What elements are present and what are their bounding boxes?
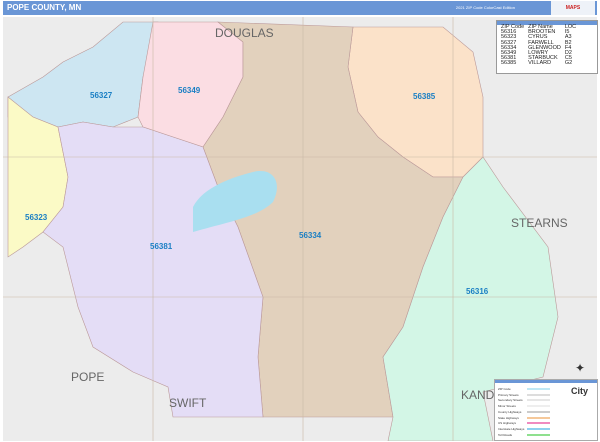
zip-code-map[interactable]: DOUGLAS STEARNS POPE SWIFT KANDI 56327 5… xyxy=(3,17,597,441)
legend-item-label: Primary Streets xyxy=(498,392,519,397)
legend-item-label: Toll Roads xyxy=(498,432,513,437)
market-maps-logo: MAPS xyxy=(551,1,595,15)
legend-item-label: Interstate Highways xyxy=(498,426,525,431)
compass-rose-icon: ✦ xyxy=(575,361,585,375)
county-label-pope: POPE xyxy=(71,370,104,384)
legend-item-swatch xyxy=(527,427,550,430)
county-label-kandi: KANDI xyxy=(461,388,498,402)
zip-code-legend: ZIP Code ZIP Name LOC 56316 BROOTEN I5 56323 CY… xyxy=(496,20,598,74)
legend-item-swatch xyxy=(527,410,550,413)
legend-item-swatch xyxy=(527,399,550,402)
legend-item-label: County Highways xyxy=(498,409,522,414)
legend-cell: G2 xyxy=(564,60,573,67)
county-label-stearns: STEARNS xyxy=(511,216,568,230)
edition-label: 2021 ZIP Code ColorCast Edition xyxy=(455,5,515,10)
zip-label-56334: 56334 xyxy=(299,231,322,240)
title-bar: POPE COUNTY, MN 2021 ZIP Code ColorCast … xyxy=(3,1,597,15)
legend-item-label: State Highways xyxy=(498,415,519,420)
map-legend-header-bar xyxy=(495,380,597,383)
zip-label-56349: 56349 xyxy=(178,86,201,95)
legend-item-swatch xyxy=(527,422,550,425)
zip-label-56385: 56385 xyxy=(413,92,436,101)
legend-item-swatch xyxy=(527,393,550,396)
zip-label-56323: 56323 xyxy=(25,213,48,222)
legend-item-swatch xyxy=(527,416,550,419)
county-label-swift: SWIFT xyxy=(169,396,207,410)
county-label-douglas: DOUGLAS xyxy=(215,26,274,40)
legend-item-swatch xyxy=(527,388,550,390)
legend-cell: VILLARD xyxy=(528,60,552,67)
city-sample: City xyxy=(571,386,589,396)
zip-label-56316: 56316 xyxy=(466,287,489,296)
legend-item-swatch xyxy=(527,433,550,436)
legend-item-label: US Highways xyxy=(498,421,517,426)
legend-item-swatch xyxy=(527,405,550,408)
legend-item-label: ZIP Code xyxy=(498,387,511,391)
legend-item-label: Minor Streets xyxy=(498,404,516,409)
legend-item-label: Secondary Streets xyxy=(498,398,523,403)
zip-legend-table: ZIP Code ZIP Name LOC 56316 BROOTEN I5 56323 CY… xyxy=(499,24,578,67)
map-title: POPE COUNTY, MN xyxy=(7,3,82,12)
zip-legend-row: 56385 VILLARD G2 xyxy=(499,60,578,67)
zip-label-56327: 56327 xyxy=(90,91,113,100)
zip-label-56381: 56381 xyxy=(150,242,173,251)
map-legend: ZIP Code Primary Streets Secondary Streets… xyxy=(494,379,598,441)
legend-cell: 56385 xyxy=(501,60,517,67)
